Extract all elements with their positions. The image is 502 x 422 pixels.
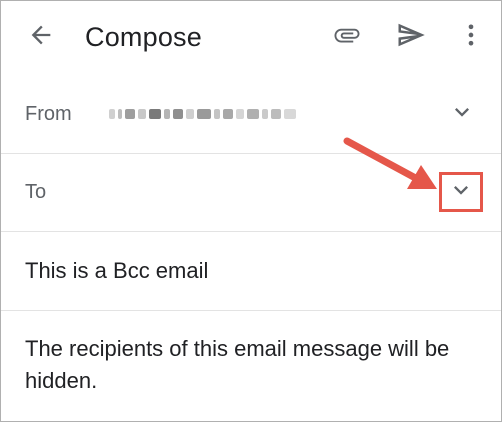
from-address-redacted bbox=[109, 103, 359, 125]
from-label: From bbox=[25, 103, 72, 125]
page-title: Compose bbox=[85, 22, 202, 52]
arrow-back-icon bbox=[27, 21, 55, 54]
send-icon bbox=[396, 20, 426, 55]
to-label[interactable]: To bbox=[25, 181, 46, 204]
subject-row[interactable]: This is a Bcc email bbox=[1, 232, 501, 311]
message-body[interactable]: The recipients of this email message wil… bbox=[25, 333, 495, 397]
chevron-down-icon bbox=[448, 98, 476, 131]
attach-button[interactable] bbox=[329, 19, 365, 55]
annotation-arrow-icon bbox=[343, 137, 437, 189]
send-button[interactable] bbox=[393, 19, 429, 55]
top-app-bar: Compose bbox=[1, 1, 501, 73]
back-button[interactable] bbox=[21, 19, 61, 55]
from-expand-button[interactable] bbox=[445, 97, 479, 131]
more-vert-icon bbox=[457, 21, 485, 54]
subject-field[interactable]: This is a Bcc email bbox=[25, 258, 208, 284]
compose-screen: Compose From To This is a Bcc email The … bbox=[0, 0, 502, 422]
more-options-button[interactable] bbox=[453, 19, 489, 55]
paperclip-icon bbox=[332, 20, 362, 55]
